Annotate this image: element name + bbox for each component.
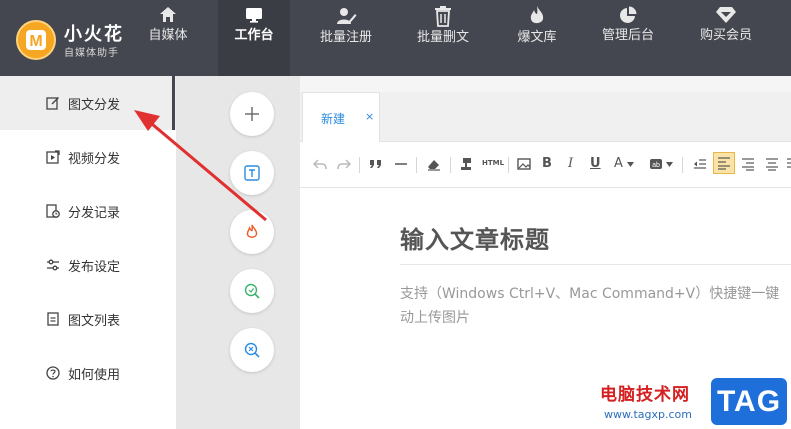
tab-label: 新建 — [321, 112, 346, 126]
app-title: 小火花 — [64, 24, 124, 45]
align-right-icon[interactable] — [740, 156, 756, 172]
nav-hot-articles[interactable]: 爆文库 — [509, 0, 565, 76]
paste-hint-line-2: 动上传图片 — [400, 310, 470, 326]
nav-label: 工作台 — [234, 28, 274, 43]
sidebar-item-article-list[interactable]: 图文列表 — [0, 292, 176, 346]
eraser-icon[interactable] — [426, 156, 442, 172]
nav-label: 批量注册 — [320, 30, 373, 45]
nav-label: 购买会员 — [700, 28, 753, 43]
svg-text:M: M — [29, 33, 42, 50]
list-doc-icon — [47, 312, 59, 326]
sidebar-item-label: 分发记录 — [68, 206, 121, 221]
toolbar-separator — [416, 157, 417, 173]
svg-text:ab: ab — [652, 162, 660, 169]
align-center-icon[interactable] — [764, 156, 780, 172]
sidebar-item-video-distribute[interactable]: 视频分发 — [0, 130, 176, 184]
tab-close-icon[interactable]: × — [365, 110, 374, 123]
paste-hint-line-1: 支持（Windows Ctrl+V、Mac Command+V）快捷键一键 — [400, 286, 780, 302]
home-icon — [160, 7, 176, 22]
redo-icon[interactable] — [336, 156, 352, 172]
pie-chart-icon — [620, 6, 637, 23]
nav-batch-register[interactable]: 批量注册 — [318, 0, 374, 76]
paste-hint: 支持（Windows Ctrl+V、Mac Command+V）快捷键一键 动上… — [400, 282, 791, 330]
sidebar: 图文分发 视频分发 分发记录 发布设定 图文列表 如何使用 — [0, 76, 176, 429]
nav-label: 自媒体 — [148, 28, 188, 43]
sidebar-item-label: 如何使用 — [68, 368, 121, 383]
fire-icon — [246, 224, 258, 238]
nav-label: 爆文库 — [517, 30, 557, 45]
trash-icon — [435, 6, 451, 27]
nav-workbench[interactable]: 工作台 — [218, 0, 290, 76]
format-painter-icon[interactable] — [458, 156, 474, 172]
plus-icon — [245, 107, 259, 121]
sidebar-item-image-text-distribute[interactable]: 图文分发 — [0, 76, 176, 130]
add-article-button[interactable] — [230, 92, 274, 136]
background-color-icon[interactable]: ab — [648, 156, 664, 172]
undo-icon[interactable] — [312, 156, 328, 172]
sidebar-active-indicator — [172, 76, 175, 130]
diamond-icon — [716, 7, 736, 23]
tab-new[interactable]: 新建 × — [302, 92, 380, 143]
hot-tool-button[interactable] — [230, 210, 274, 254]
toolbar-separator — [359, 157, 360, 173]
flame-icon — [530, 6, 544, 24]
article-title-input[interactable]: 输入文章标题 — [400, 220, 550, 255]
text-box-icon — [244, 165, 260, 181]
sidebar-item-label: 发布设定 — [68, 260, 121, 275]
nav-buy-vip[interactable]: 购买会员 — [698, 0, 754, 76]
sidebar-item-how-to-use[interactable]: 如何使用 — [0, 346, 176, 400]
sidebar-item-label: 图文分发 — [68, 98, 121, 113]
logo-m-icon: M — [26, 30, 46, 50]
editor-toolbar: HTML B I U A ab — [300, 142, 791, 188]
sidebar-item-label: 图文列表 — [68, 314, 121, 329]
search-refresh-button[interactable] — [230, 269, 274, 313]
text-tool-button[interactable] — [230, 151, 274, 195]
nav-batch-delete[interactable]: 批量删文 — [413, 0, 473, 76]
edit-icon — [46, 97, 59, 110]
chevron-down-icon[interactable] — [627, 162, 634, 167]
record-icon — [46, 204, 60, 218]
nav-label: 批量删文 — [417, 30, 470, 45]
search-clear-icon — [244, 342, 260, 358]
toolbar-separator — [508, 157, 509, 173]
quote-icon[interactable] — [368, 156, 384, 172]
monitor-icon — [246, 8, 262, 23]
app-logo[interactable]: M 小火花 自媒体助手 — [0, 0, 150, 76]
help-icon — [46, 366, 60, 380]
more-icon[interactable] — [786, 156, 791, 172]
nav-self-media[interactable]: 自媒体 — [140, 0, 196, 76]
sidebar-item-distribute-records[interactable]: 分发记录 — [0, 184, 176, 238]
toolbar-separator — [682, 157, 683, 173]
bold-button[interactable]: B — [542, 156, 552, 171]
horizontal-rule-icon[interactable] — [393, 156, 409, 172]
html-source-button[interactable]: HTML — [482, 159, 504, 167]
search-clear-button[interactable] — [230, 328, 274, 372]
search-refresh-icon — [244, 283, 260, 299]
nav-label: 管理后台 — [602, 28, 655, 43]
align-left-icon — [718, 157, 730, 170]
video-share-icon — [46, 150, 60, 164]
sidebar-item-label: 视频分发 — [68, 152, 121, 167]
image-icon[interactable] — [516, 156, 532, 172]
underline-button[interactable]: U — [590, 156, 601, 171]
app-subtitle: 自媒体助手 — [64, 48, 119, 59]
chevron-down-icon[interactable] — [666, 162, 673, 167]
user-edit-icon — [337, 8, 357, 24]
toolbar-separator — [450, 157, 451, 173]
logo-badge: M — [16, 20, 56, 60]
align-left-button-active[interactable] — [713, 152, 735, 174]
tool-column — [176, 76, 300, 429]
watermark-text: 电脑技术网 — [600, 385, 690, 405]
font-color-button[interactable]: A — [614, 156, 623, 171]
sliders-icon — [47, 259, 59, 271]
italic-button[interactable]: I — [568, 156, 573, 171]
title-underline — [400, 264, 791, 265]
nav-admin[interactable]: 管理后台 — [600, 0, 656, 76]
sidebar-item-publish-settings[interactable]: 发布设定 — [0, 238, 176, 292]
tab-bar: 新建 × — [300, 92, 791, 143]
watermark-tag-badge: TAG — [709, 376, 789, 427]
top-navigation-bar: M 小火花 自媒体助手 自媒体 工作台 批量注册 批量删文 爆文库 管理后台 购… — [0, 0, 791, 76]
watermark-url: www.tagxp.com — [604, 408, 692, 421]
outdent-icon[interactable] — [692, 156, 708, 172]
